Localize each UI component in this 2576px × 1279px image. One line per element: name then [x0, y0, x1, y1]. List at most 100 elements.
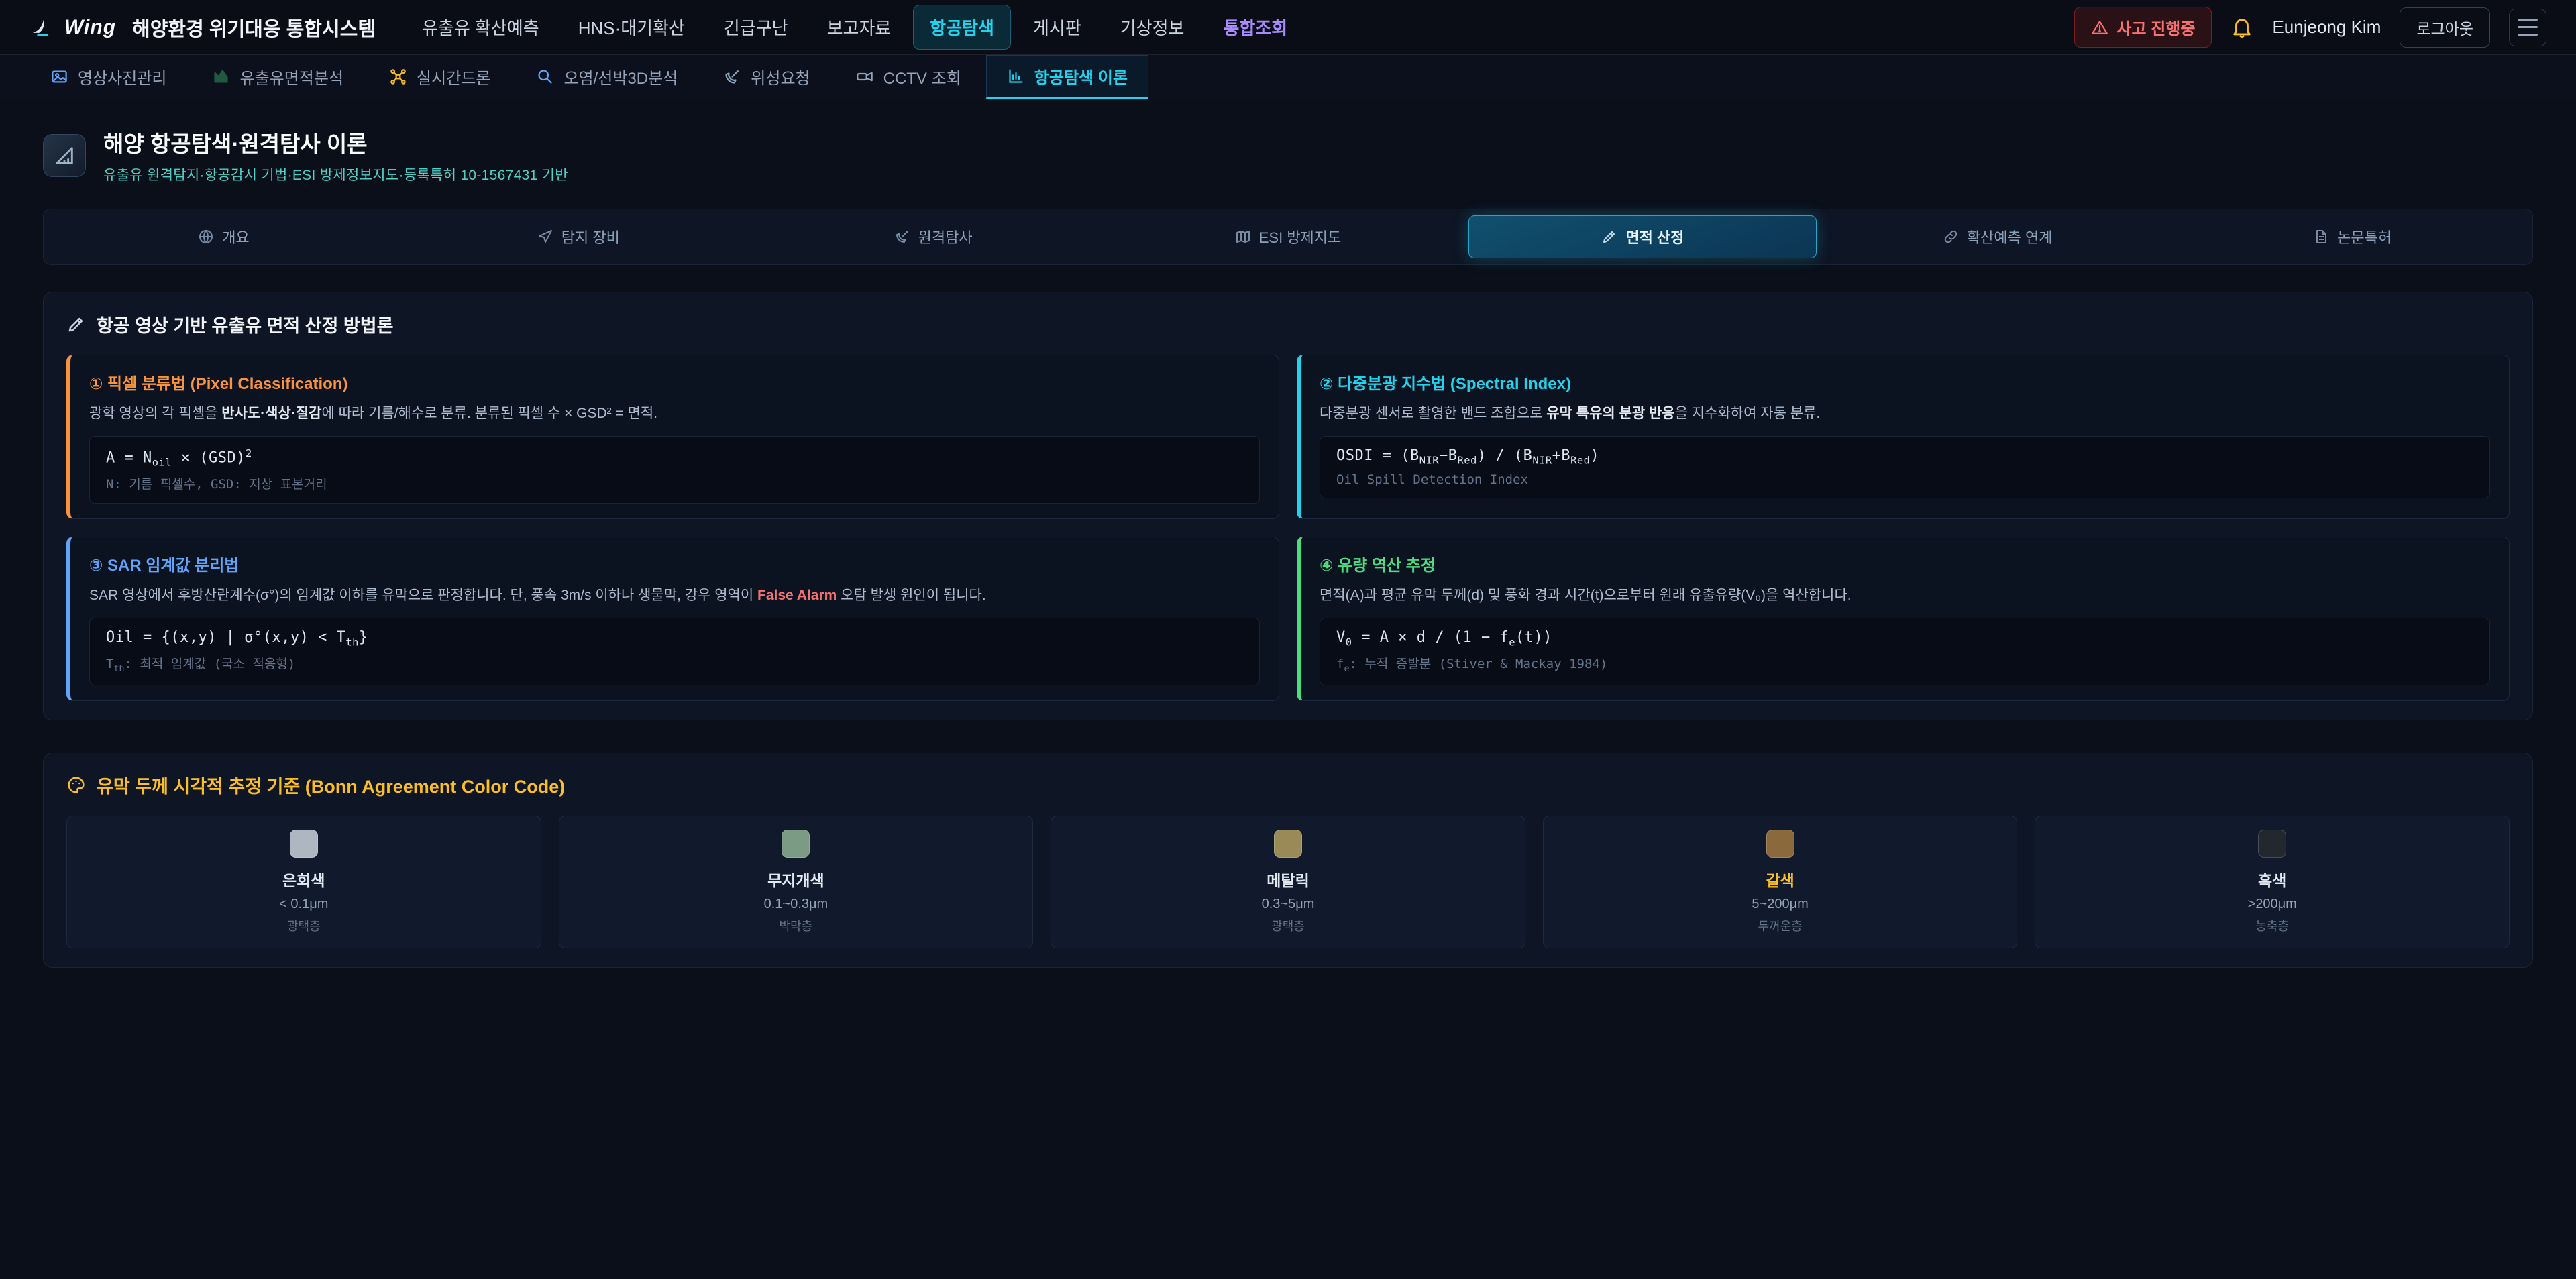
method-card-title: ① 픽셀 분류법 (Pixel Classification) [89, 370, 1260, 394]
thickness-card-rainbow: 무지개색 0.1~0.3μm 박막층 [559, 816, 1034, 948]
incident-status-label: 사고 진행중 [2116, 15, 2195, 39]
subnav-item-pollution-3d-analysis[interactable]: 오염/선박3D분석 [515, 55, 698, 99]
theory-tabbar: 개요 탐지 장비 원격탐사 ESI 방제지도 면적 산정 확산예측 연계 [43, 209, 2533, 265]
formula-block: V0 = A × d / (1 − fe(t)) fe: 누적 증발분 (Sti… [1320, 618, 2490, 685]
body-text-segment: 에 따라 기름/해수로 분류. 분류된 픽셀 수 × GSD² = 면적. [321, 406, 657, 421]
thickness-layer: 두꺼운층 [1556, 917, 2005, 934]
formula-block: Oil = {(x,y) | σ°(x,y) < Tth} Tth: 최적 임계… [89, 618, 1260, 685]
thickness-range: 0.3~5μm [1063, 897, 1513, 912]
formula-block: A = Noil × (GSD)2 N: 기름 픽셀수, GSD: 지상 표본거… [89, 436, 1260, 504]
thickness-heading-text: 유막 두께 시각적 추정 기준 (Bonn Agreement Color Co… [97, 772, 565, 798]
body-emphasis: 반사도·색상·질감 [221, 406, 321, 421]
thickness-card-metallic: 메탈릭 0.3~5μm 광택층 [1051, 816, 1525, 948]
formula: Oil = {(x,y) | σ°(x,y) < Tth} [106, 629, 1243, 648]
tab-remote-sensing[interactable]: 원격탐사 [759, 215, 1108, 258]
search-icon [536, 68, 554, 86]
tab-label: 논문특허 [2337, 226, 2392, 247]
thickness-card-black: 흑색 >200μm 농축층 [2035, 816, 2510, 948]
subnav-item-cctv-view[interactable]: CCTV 조회 [835, 55, 982, 99]
document-icon [2313, 229, 2329, 245]
method-card-spectral-index: ② 다중분광 지수법 (Spectral Index) 다중분광 센서로 촬영한… [1297, 355, 2510, 519]
nav-item-reports[interactable]: 보고자료 [810, 5, 908, 50]
subnav-item-image-management[interactable]: 영상사진관리 [30, 55, 187, 99]
formula: V0 = A × d / (1 − fe(t)) [1336, 629, 2473, 648]
subnav-label: 영상사진관리 [78, 65, 166, 89]
brand[interactable]: Wing 해양환경 위기대응 통합시스템 [30, 13, 376, 42]
thickness-name: 갈색 [1556, 868, 2005, 891]
nav-item-emergency-rescue[interactable]: 긴급구난 [707, 5, 805, 50]
topbar-right-cluster: 사고 진행중 Eunjeong Kim 로그아웃 [2074, 7, 2546, 48]
color-swatch [2258, 830, 2286, 858]
formula-block: OSDI = (BNIR−BRed) / (BNIR+BRed) Oil Spi… [1320, 436, 2490, 498]
method-card-body: 다중분광 센서로 촬영한 밴드 조합으로 유막 특유의 분광 반응을 지수화하여… [1320, 403, 2490, 425]
thickness-name: 메탈릭 [1063, 868, 1513, 891]
nav-item-integrated-search[interactable]: 통합조회 [1206, 5, 1304, 50]
subnav-item-realtime-drone[interactable]: 실시간드론 [368, 55, 511, 99]
incident-status-badge[interactable]: 사고 진행중 [2074, 7, 2212, 48]
tab-papers-patents[interactable]: 논문특허 [2178, 215, 2526, 258]
tab-overview[interactable]: 개요 [50, 215, 398, 258]
warning-icon [2091, 19, 2108, 36]
nav-item-spill-forecast[interactable]: 유출유 확산예측 [405, 5, 556, 50]
subnav-label: 위성요청 [751, 65, 810, 89]
tab-label: ESI 방제지도 [1259, 226, 1342, 247]
tab-label: 개요 [222, 226, 249, 247]
formula-note: Tth: 최적 임계값 (국소 적응형) [106, 654, 1243, 674]
color-swatch [1766, 830, 1794, 858]
pencil-icon [66, 315, 86, 334]
method-card-pixel-classification: ① 픽셀 분류법 (Pixel Classification) 광학 영상의 각… [66, 355, 1279, 519]
menu-hamburger-icon[interactable] [2509, 9, 2546, 46]
tab-detection-equipment[interactable]: 탐지 장비 [405, 215, 753, 258]
formula-note: Oil Spill Detection Index [1336, 472, 2473, 487]
thickness-grid: 은회색 < 0.1μm 광택층 무지개색 0.1~0.3μm 박막층 메탈릭 0… [66, 816, 2510, 948]
subnav-item-aerial-theory[interactable]: 항공탐색 이론 [986, 55, 1148, 99]
nav-item-aerial-search[interactable]: 항공탐색 [913, 5, 1011, 50]
body-text-segment: 오탐 발생 원인이 됩니다. [837, 588, 985, 603]
thickness-name: 은회색 [79, 868, 529, 891]
app-root: Wing 해양환경 위기대응 통합시스템 유출유 확산예측 HNS·대기확산 긴… [0, 0, 2576, 968]
nav-item-weather-info[interactable]: 기상정보 [1104, 5, 1201, 50]
photo-icon [50, 68, 68, 86]
area-analysis-icon [212, 68, 230, 86]
nav-item-hns-diffusion[interactable]: HNS·대기확산 [561, 5, 702, 50]
page-title-block: 해양 항공탐색·원격탐사 이론 유출유 원격탐지·항공감시 기법·ESI 방제정… [103, 126, 568, 184]
sub-navbar: 영상사진관리 유출유면적분석 실시간드론 오염/선박3D분석 위성요청 CCTV… [0, 55, 2576, 99]
thickness-card-brown: 갈색 5~200μm 두꺼운층 [1543, 816, 2018, 948]
method-card-body: 광학 영상의 각 픽셀을 반사도·색상·질감에 따라 기름/해수로 분류. 분류… [89, 403, 1260, 425]
color-swatch [782, 830, 810, 858]
tab-area-calculation[interactable]: 면적 산정 [1468, 215, 1817, 258]
body-text-segment: 다중분광 센서로 촬영한 밴드 조합으로 [1320, 406, 1546, 421]
body-emphasis: 유막 특유의 분광 반응 [1546, 406, 1674, 421]
method-card-title: ③ SAR 임계값 분리법 [89, 552, 1260, 575]
pencil-icon [1601, 229, 1617, 245]
logout-button[interactable]: 로그아웃 [2400, 7, 2490, 48]
thickness-range: 5~200μm [1556, 897, 2005, 912]
top-navbar: Wing 해양환경 위기대응 통합시스템 유출유 확산예측 HNS·대기확산 긴… [0, 0, 2576, 55]
body-text-segment: 을 지수화하여 자동 분류. [1675, 406, 1821, 421]
notification-bell-icon[interactable] [2231, 16, 2253, 39]
subnav-label: 실시간드론 [417, 65, 490, 89]
formula: OSDI = (BNIR−BRed) / (BNIR+BRed) [1336, 447, 2473, 466]
tab-diffusion-forecast-link[interactable]: 확산예측 연계 [1823, 215, 2171, 258]
theory-ruler-icon [43, 134, 86, 177]
method-card-sar-threshold: ③ SAR 임계값 분리법 SAR 영상에서 후방산란계수(σ°)의 임계값 이… [66, 537, 1279, 701]
thickness-range: 0.1~0.3μm [572, 897, 1021, 912]
nav-item-board[interactable]: 게시판 [1016, 5, 1098, 50]
page-subtitle: 유출유 원격탐지·항공감시 기법·ESI 방제정보지도·등록특허 10-1567… [103, 164, 568, 184]
page-title: 해양 항공탐색·원격탐사 이론 [103, 126, 568, 158]
plane-icon [537, 229, 553, 245]
tab-esi-map[interactable]: ESI 방제지도 [1114, 215, 1462, 258]
globe-icon [198, 229, 214, 245]
link-icon [1943, 229, 1959, 245]
subnav-label: 유출유면적분석 [239, 65, 343, 89]
satellite-dish-icon [894, 229, 910, 245]
tab-label: 원격탐사 [918, 226, 973, 247]
map-icon [1235, 229, 1251, 245]
method-card-volume-estimation: ④ 유량 역산 추정 면적(A)과 평균 유막 두께(d) 및 풍화 경과 시간… [1297, 537, 2510, 701]
thickness-layer: 농축층 [2047, 917, 2497, 934]
thickness-layer: 광택층 [1063, 917, 1513, 934]
tab-label: 면적 산정 [1625, 226, 1684, 247]
subnav-item-oil-area-analysis[interactable]: 유출유면적분석 [191, 55, 364, 99]
method-card-title: ② 다중분광 지수법 (Spectral Index) [1320, 370, 2490, 394]
subnav-item-satellite-request[interactable]: 위성요청 [702, 55, 830, 99]
